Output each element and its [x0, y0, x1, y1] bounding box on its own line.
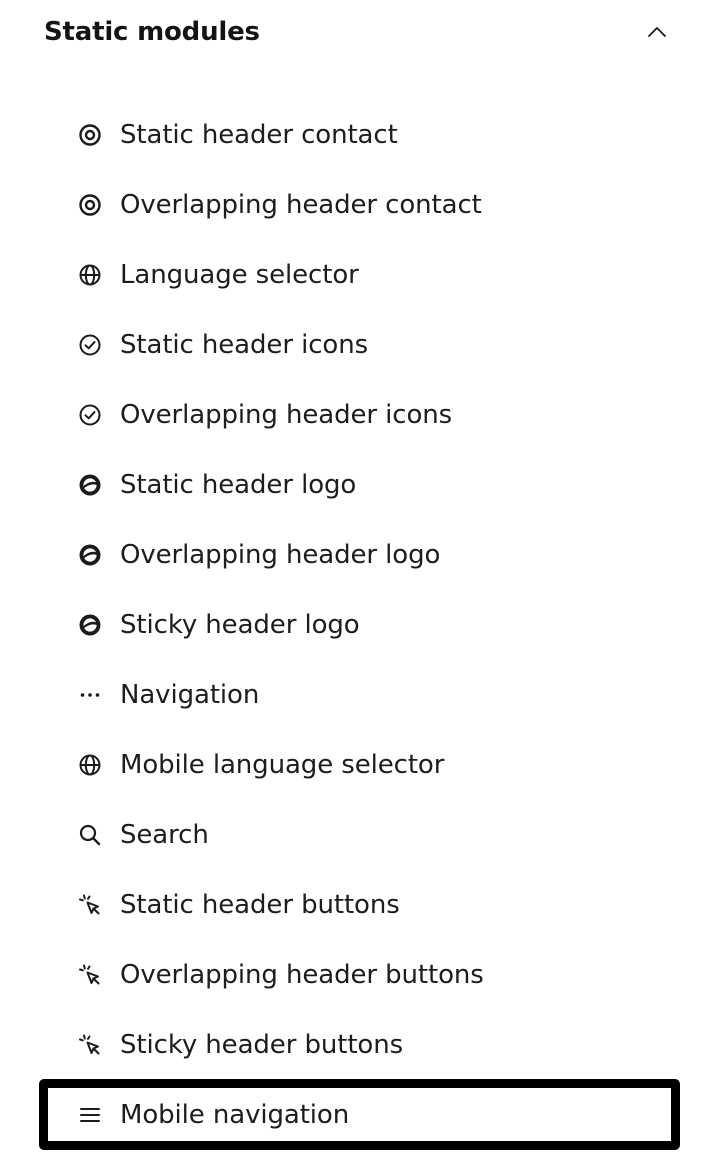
- module-label: Language selector: [120, 260, 359, 290]
- module-item-static-header-logo[interactable]: Static header logo: [0, 450, 719, 520]
- module-label: Navigation: [120, 680, 260, 710]
- module-item-static-header-buttons[interactable]: Static header buttons: [0, 870, 719, 940]
- logo-icon: [77, 612, 103, 638]
- module-label: Static header buttons: [120, 890, 400, 920]
- cursor-click-icon: [77, 962, 103, 988]
- module-label: Sticky header logo: [120, 610, 360, 640]
- module-item-overlapping-header-icons[interactable]: Overlapping header icons: [0, 380, 719, 450]
- module-item-static-header-contact[interactable]: Static header contact: [0, 100, 719, 170]
- globe-icon: [77, 262, 103, 288]
- module-label: Overlapping header logo: [120, 540, 441, 570]
- ellipsis-icon: [77, 682, 103, 708]
- module-list: Static header contact Overlapping header…: [0, 100, 719, 1150]
- logo-icon: [77, 472, 103, 498]
- section-header-static-modules[interactable]: Static modules: [44, 8, 684, 56]
- check-circle-icon: [77, 332, 103, 358]
- module-item-sticky-header-logo[interactable]: Sticky header logo: [0, 590, 719, 660]
- contact-target-icon: [77, 192, 103, 218]
- static-modules-panel: Static modules Static header contact Ove…: [0, 0, 719, 1173]
- module-item-overlapping-header-contact[interactable]: Overlapping header contact: [0, 170, 719, 240]
- module-label: Mobile navigation: [120, 1100, 350, 1130]
- module-label: Sticky header buttons: [120, 1030, 404, 1060]
- search-icon: [77, 822, 103, 848]
- module-label: Overlapping header icons: [120, 400, 453, 430]
- section-title: Static modules: [44, 17, 260, 47]
- contact-target-icon: [77, 122, 103, 148]
- chevron-up-icon[interactable]: [642, 17, 672, 47]
- module-label: Overlapping header contact: [120, 190, 482, 220]
- module-item-static-header-icons[interactable]: Static header icons: [0, 310, 719, 380]
- module-label: Static header logo: [120, 470, 357, 500]
- module-item-navigation[interactable]: Navigation: [0, 660, 719, 730]
- module-item-overlapping-header-buttons[interactable]: Overlapping header buttons: [0, 940, 719, 1010]
- module-label: Mobile language selector: [120, 750, 445, 780]
- check-circle-icon: [77, 402, 103, 428]
- module-item-overlapping-header-logo[interactable]: Overlapping header logo: [0, 520, 719, 590]
- cursor-click-icon: [77, 892, 103, 918]
- module-item-search[interactable]: Search: [0, 800, 719, 870]
- module-label: Overlapping header buttons: [120, 960, 484, 990]
- module-item-sticky-header-buttons[interactable]: Sticky header buttons: [0, 1010, 719, 1080]
- module-item-language-selector[interactable]: Language selector: [0, 240, 719, 310]
- module-label: Static header icons: [120, 330, 369, 360]
- logo-icon: [77, 542, 103, 568]
- hamburger-menu-icon: [77, 1102, 103, 1128]
- globe-icon: [77, 752, 103, 778]
- cursor-click-icon: [77, 1032, 103, 1058]
- module-label: Search: [120, 820, 209, 850]
- module-item-mobile-navigation[interactable]: Mobile navigation: [0, 1079, 719, 1150]
- module-item-mobile-language-selector[interactable]: Mobile language selector: [0, 730, 719, 800]
- module-label: Static header contact: [120, 120, 398, 150]
